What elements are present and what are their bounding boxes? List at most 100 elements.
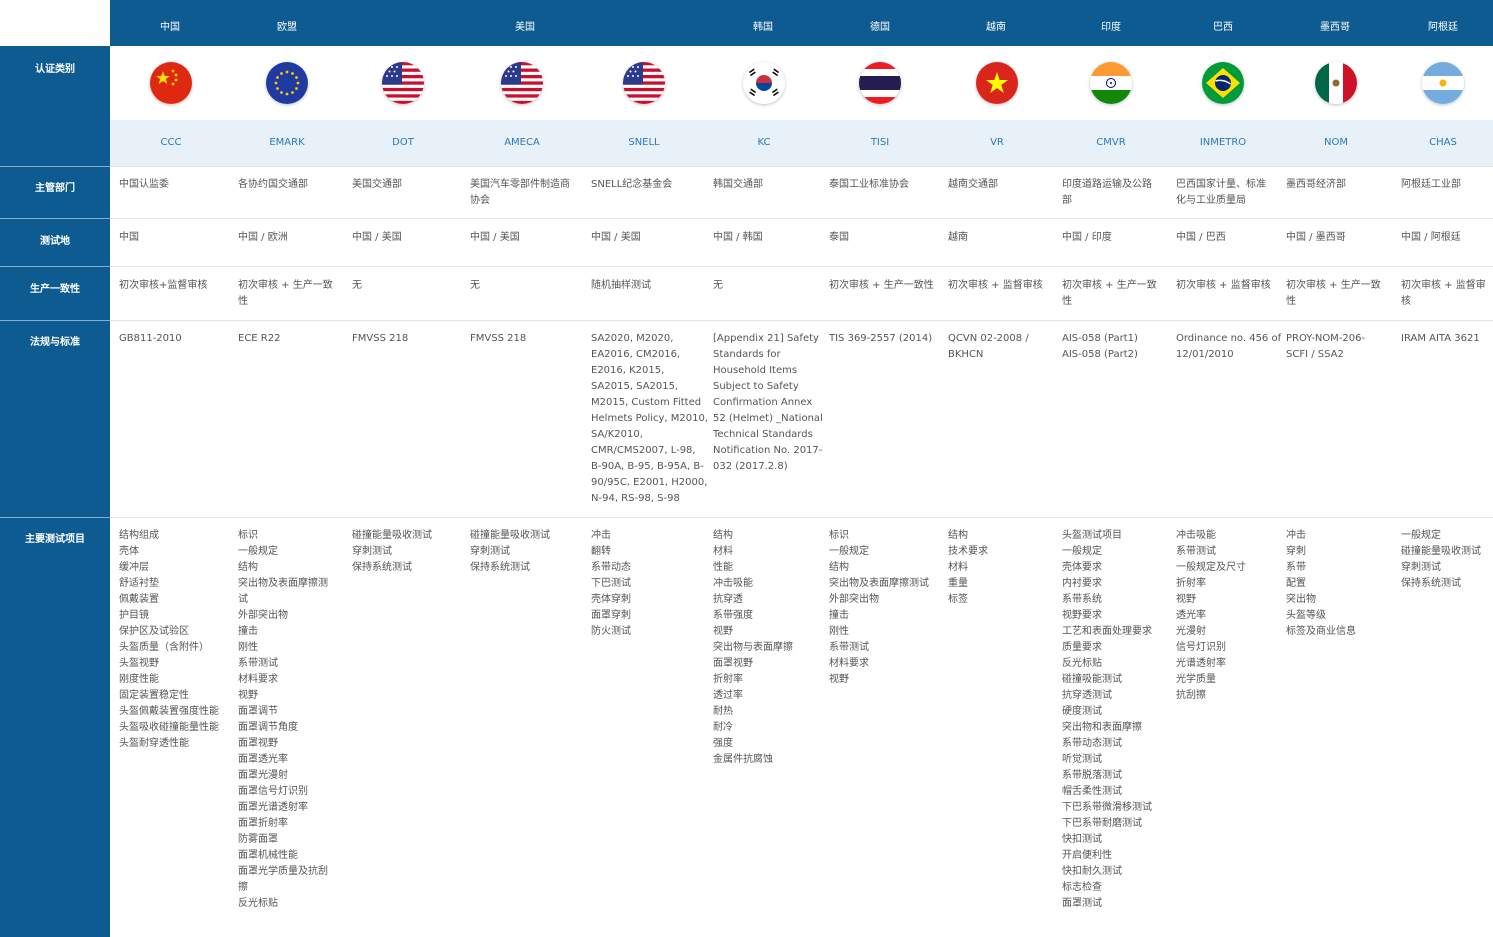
row-divider [110,266,1493,267]
authority-cell: 各协约国交通部 [238,179,308,190]
usa-flag-icon [501,62,543,104]
location-cell: 越南 [948,232,968,243]
authority-cell: 巴西国家计量、标准 化与工业质量局 [1176,179,1266,206]
cert-code: VR [990,137,1004,148]
china-flag-icon [150,62,192,104]
country-mexico: 墨西哥 [1320,22,1350,33]
cert-code: TISI [870,137,890,148]
authority-cell: 美国交通部 [352,179,402,190]
country-germany: 德国 [870,22,890,33]
standard-cell: SA2020, M2020, EA2016, CM2016, E2016, K2… [591,333,709,504]
label-divider [0,266,110,267]
country-vietnam: 越南 [986,22,1006,33]
country-brazil: 巴西 [1213,22,1233,33]
authority-cell: 美国汽车零部件制造商 协会 [470,179,570,206]
location-cell: 中国 / 印度 [1062,232,1112,243]
standard-cell: AIS-058 (Part1) AIS-058 (Part2) [1062,333,1138,360]
location-cell: 中国 / 墨西哥 [1286,232,1346,243]
authority-cell: 阿根廷工业部 [1401,179,1461,190]
tests-cell: 碰撞能量吸收测试 穿刺测试 保持系统测试 [470,530,550,573]
conformity-cell: 初次审核 + 监督审核 [1176,280,1271,291]
korea-flag-icon [743,62,785,104]
row-divider [110,320,1493,321]
mexico-flag-icon [1315,62,1357,104]
authority-cell: SNELL纪念基金会 [591,179,673,190]
cert-code: CHAS [1429,137,1457,148]
usa-flag-icon [382,62,424,104]
location-cell: 泰国 [829,232,849,243]
conformity-cell: 初次审核 + 生产一致 性 [1062,280,1157,307]
cert-code: SNELL [628,137,660,148]
country-argentina: 阿根廷 [1428,22,1458,33]
authority-cell: 韩国交通部 [713,179,763,190]
location-cell: 中国 / 欧洲 [238,232,288,243]
standard-cell: FMVSS 218 [470,333,527,344]
certification-comparison-table: 中国 欧盟 美国 韩国 德国 越南 印度 巴西 墨西哥 阿根廷 认证类别 主管部… [0,0,1493,937]
label-divider [0,320,110,321]
tests-cell: 结构 技术要求 材料 重量 标签 [948,530,988,605]
tests-cell: 头盔测试项目 一般规定 壳体要求 内衬要求 系带系统 视野要求 工艺和表面处理要… [1062,530,1152,909]
standard-cell: ECE R22 [238,333,281,344]
tests-cell: 结构 材料 性能 冲击吸能 抗穿透 系带强度 视野 突出物与表面摩擦 面罩视野 … [713,530,793,765]
row-divider [110,517,1493,518]
usa-flag-icon [623,62,665,104]
label-divider [0,218,110,219]
conformity-cell: 初次审核 + 监督审 核 [1401,280,1486,307]
location-cell: 中国 / 美国 [591,232,641,243]
brazil-flag-icon [1202,62,1244,104]
cert-code: AMECA [504,137,540,148]
standard-cell: [Appendix 21] Safety Standards for House… [713,333,823,472]
conformity-cell: 初次审核 + 监督审核 [948,280,1043,291]
row-label-main-tests: 主要测试项目 [25,534,85,545]
standard-cell: IRAM AITA 3621 [1401,333,1480,344]
authority-cell: 印度道路运输及公路 部 [1062,179,1152,206]
location-cell: 中国 / 美国 [352,232,402,243]
row-divider [110,218,1493,219]
cert-code: CMVR [1096,137,1126,148]
location-cell: 中国 / 阿根廷 [1401,232,1461,243]
authority-cell: 中国认监委 [119,179,169,190]
location-cell: 中国 [119,232,139,243]
country-china: 中国 [160,22,180,33]
authority-cell: 越南交通部 [948,179,998,190]
country-usa: 美国 [515,22,535,33]
tests-cell: 碰撞能量吸收测试 穿刺测试 保持系统测试 [352,530,432,573]
row-label-test-location: 测试地 [40,236,70,247]
conformity-cell: 无 [713,280,723,291]
tests-cell: 一般规定 碰撞能量吸收测试 穿刺测试 保持系统测试 [1401,530,1481,589]
tests-cell: 冲击 穿刺 系带 配置 突出物 头盔等级 标签及商业信息 [1286,530,1356,637]
row-divider [110,166,1493,167]
cert-code: KC [757,137,771,148]
cert-code: INMETRO [1199,137,1247,148]
row-label-standards: 法规与标准 [30,337,80,348]
vietnam-flag-icon [976,62,1018,104]
standard-cell: TIS 369-2557 (2014) [829,333,933,344]
row-label-conformity: 生产一致性 [30,284,80,295]
tests-cell: 标识 一般规定 结构 突出物及表面摩擦测试 外部突出物 撞击 刚性 系带测试 材… [829,530,929,685]
location-cell: 中国 / 韩国 [713,232,763,243]
standard-cell: GB811-2010 [119,333,182,344]
conformity-cell: 初次审核 + 生产一致性 [829,280,934,291]
eu-flag-icon [266,62,308,104]
location-cell: 中国 / 巴西 [1176,232,1226,243]
cert-code: NOM [1324,137,1348,148]
india-flag-icon [1090,62,1132,104]
cert-code: CCC [160,137,182,148]
cert-code: EMARK [269,137,305,148]
label-divider [0,166,110,167]
row-label-authority: 主管部门 [35,183,75,194]
cert-code: DOT [392,137,414,148]
tests-cell: 标识 一般规定 结构 突出物及表面摩擦测 试 外部突出物 撞击 刚性 系带测试 … [238,530,328,909]
tests-cell: 冲击 翻转 系带动态 下巴测试 壳体穿刺 面罩穿刺 防火测试 [591,530,631,637]
conformity-cell: 无 [470,280,480,291]
row-label-cert-type: 认证类别 [35,64,75,75]
standard-cell: FMVSS 218 [352,333,409,344]
authority-cell: 泰国工业标准协会 [829,179,909,190]
standard-cell: QCVN 02-2008 / BKHCN [948,333,1029,360]
tests-cell: 冲击吸能 系带测试 一般规定及尺寸 折射率 视野 透光率 光漫射 信号灯识别 光… [1176,530,1246,701]
conformity-cell: 初次审核 + 生产一致 性 [238,280,333,307]
standard-cell: PROY-NOM-206- SCFI / SSA2 [1286,333,1366,360]
conformity-cell: 初次审核+监督审核 [119,280,208,291]
conformity-cell: 随机抽样测试 [591,280,651,291]
conformity-cell: 无 [352,280,362,291]
